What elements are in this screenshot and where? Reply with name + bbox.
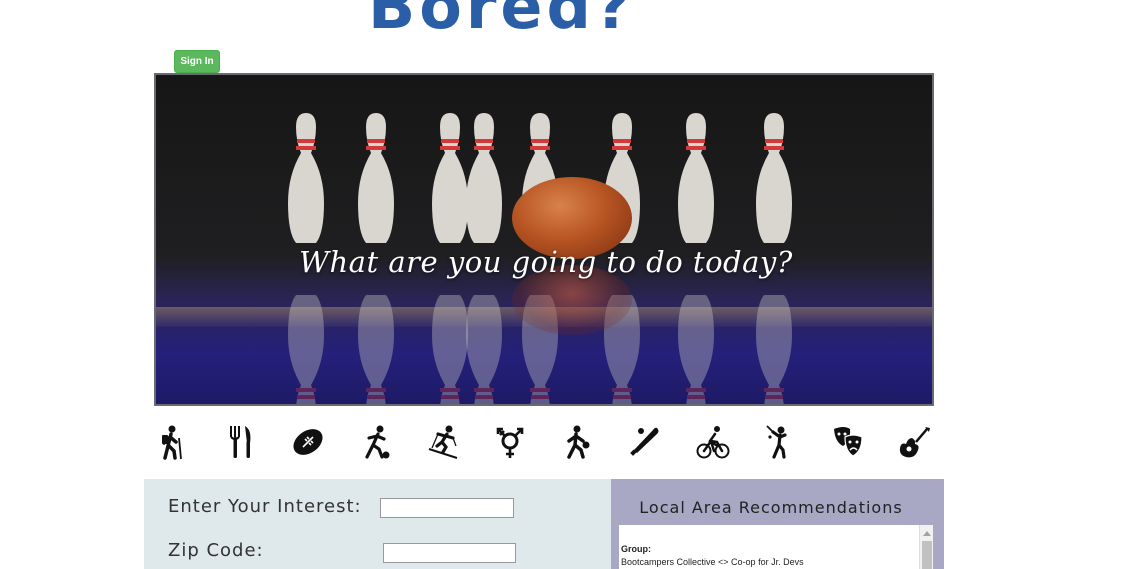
category-icon-row [154, 420, 934, 464]
zip-code-label: Zip Code: [168, 540, 264, 561]
zip-code-input[interactable] [383, 543, 516, 563]
site-title: Bored? [368, 0, 635, 43]
basketball-player-icon[interactable] [561, 422, 595, 462]
fork-knife-icon[interactable] [223, 422, 257, 462]
bowling-pin-reflection [512, 295, 568, 404]
hero-banner: What are you going to do today? [154, 73, 934, 406]
sign-in-button[interactable]: Sign In [174, 50, 220, 73]
scroll-thumb[interactable] [922, 541, 932, 569]
gender-symbol-icon[interactable] [493, 422, 527, 462]
interest-input[interactable] [380, 498, 514, 518]
skiing-icon[interactable] [426, 422, 460, 462]
recommendations-list[interactable]: Group: Bootcampers Collective <> Co-op f… [619, 525, 933, 569]
bowling-pin-reflection [456, 295, 512, 404]
bowling-pin-reflection [746, 295, 802, 404]
guitar-icon[interactable] [898, 422, 932, 462]
baseball-bat-icon[interactable] [628, 422, 662, 462]
bowling-pin [278, 113, 334, 243]
hiking-icon[interactable] [156, 422, 190, 462]
rec-item-name[interactable]: Bootcampers Collective <> Co-op for Jr. … [621, 557, 804, 567]
search-form-panel: Enter Your Interest: Zip Code: [144, 479, 611, 569]
bowling-pin-reflection [278, 295, 334, 404]
recommendations-panel: Local Area Recommendations Group: Bootca… [611, 479, 944, 569]
scroll-up-arrow-icon[interactable] [923, 531, 931, 536]
golf-icon[interactable] [763, 422, 797, 462]
recommendations-title: Local Area Recommendations [639, 498, 903, 517]
football-icon[interactable] [291, 422, 325, 462]
bowling-pin-reflection [668, 295, 724, 404]
rec-item-type: Group: [621, 544, 651, 554]
soccer-icon[interactable] [358, 422, 392, 462]
cycling-icon[interactable] [696, 422, 730, 462]
bowling-pin [348, 113, 404, 243]
bowling-pin [668, 113, 724, 243]
bowling-pin [456, 113, 512, 243]
bowling-pin-reflection [348, 295, 404, 404]
theater-masks-icon[interactable] [831, 422, 865, 462]
hero-tagline: What are you going to do today? [299, 245, 793, 279]
bowling-pin [746, 113, 802, 243]
recommendations-scrollbar[interactable] [919, 525, 933, 569]
interest-label: Enter Your Interest: [168, 496, 362, 517]
bowling-pin-reflection [594, 295, 650, 404]
